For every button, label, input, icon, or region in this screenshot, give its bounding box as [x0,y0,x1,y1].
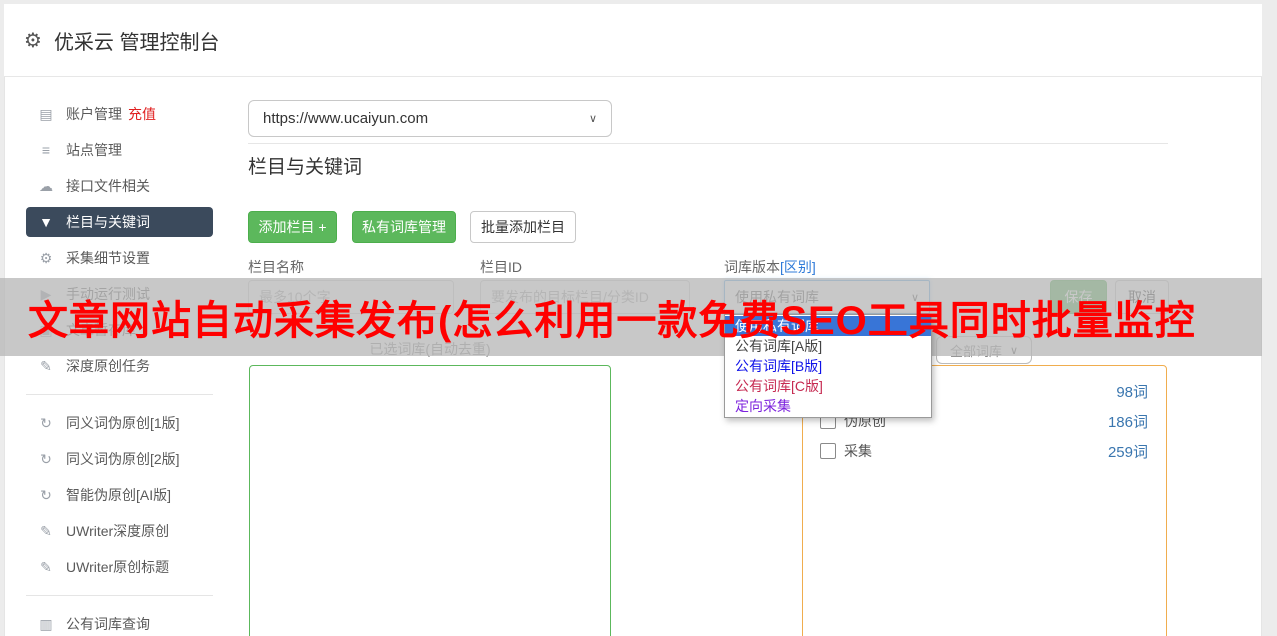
sidebar-item-synonym-2[interactable]: ↻ 同义词伪原创[2版] [26,444,213,474]
section-divider [248,143,1168,144]
refresh-icon: ↻ [38,487,54,504]
filter-icon: ▼ [38,214,54,230]
server-icon: ≡ [38,142,54,158]
word-count: 259词 [1108,441,1148,462]
cloud-upload-icon: ☁ [38,178,54,195]
sidebar-item-label: 采集细节设置 [66,248,150,268]
sidebar-item-uwriter-deep[interactable]: ✎ UWriter深度原创 [26,516,213,546]
sidebar-item-collect-settings[interactable]: ⚙ 采集细节设置 [26,243,213,273]
sidebar-divider [26,595,213,596]
sidebar-divider [26,394,213,395]
selected-wordlib-box [249,365,611,636]
chevron-down-icon: ∨ [589,112,597,125]
wordlib-version-label-text: 词库版本 [724,259,780,275]
gear-icon: ⚙ [24,28,42,53]
wordlib-row-label: 采集 [844,441,872,461]
version-diff-link[interactable]: [区别] [780,259,816,275]
sidebar-item-label: UWriter深度原创 [66,521,169,541]
sidebar-item-label: 同义词伪原创[2版] [66,449,180,469]
page-title: 栏目与关键词 [248,152,362,179]
refresh-icon: ↻ [38,451,54,468]
add-column-button[interactable]: 添加栏目 + [248,211,337,243]
sidebar-item-label: 同义词伪原创[1版] [66,413,180,433]
sidebar-item-label: UWriter原创标题 [66,557,169,577]
sidebar-item-label: 深度原创任务 [66,356,150,376]
word-count: 98词 [1116,381,1148,402]
sidebar-item-label: 公有词库查询 [66,614,150,634]
book-icon: ▥ [38,616,54,633]
site-url-value: https://www.ucaiyun.com [263,110,428,127]
sidebar-item-label: 接口文件相关 [66,176,150,196]
word-count: 186词 [1108,411,1148,432]
manage-private-wordlib-button[interactable]: 私有词库管理 [352,211,456,243]
app-window: ⚙ 优采云 管理控制台 ▤ 账户管理 充值 ≡ 站点管理 ☁ 接口文件相关 ▼ … [0,0,1277,636]
checkbox[interactable] [820,443,836,459]
sidebar-item-label: 站点管理 [66,140,122,160]
app-title: 优采云 管理控制台 [54,26,220,55]
edit-icon: ✎ [38,358,54,375]
column-name-label: 栏目名称 [248,257,304,277]
wordlib-version-label: 词库版本[区别] [724,257,816,277]
sidebar-item-label: 栏目与关键词 [66,212,150,232]
sidebar-item-label: 智能伪原创[AI版] [66,485,171,505]
gears-icon: ⚙ [38,250,54,267]
sidebar-item-ai-rewrite[interactable]: ↻ 智能伪原创[AI版] [26,480,213,510]
refresh-icon: ↻ [38,415,54,432]
watermark-text: 文章网站自动采集发布(怎么利用一款免费SEO工具同时批量监控 [0,278,1262,356]
dropdown-option-directed[interactable]: 定向采集 [725,396,931,416]
header-bar: ⚙ 优采云 管理控制台 [4,4,1262,77]
sidebar-item-sites[interactable]: ≡ 站点管理 [26,135,213,165]
recharge-link[interactable]: 充值 [128,104,156,124]
wordlib-row: 采集 259词 [820,442,1148,460]
edit-icon: ✎ [38,523,54,540]
sidebar-item-synonym-1[interactable]: ↻ 同义词伪原创[1版] [26,408,213,438]
sidebar-item-label: 账户管理 [66,104,122,124]
batch-add-column-button[interactable]: 批量添加栏目 [470,211,576,243]
site-url-select[interactable]: https://www.ucaiyun.com ∨ [248,100,612,137]
scrollbar-gutter[interactable] [1263,0,1277,636]
column-id-label: 栏目ID [480,257,522,277]
dropdown-option-public-c[interactable]: 公有词库[C版] [725,376,931,396]
sidebar-item-interface-files[interactable]: ☁ 接口文件相关 [26,171,213,201]
sidebar-item-account[interactable]: ▤ 账户管理 充值 [26,99,213,129]
dropdown-option-public-b[interactable]: 公有词库[B版] [725,356,931,376]
sidebar-item-columns-keywords[interactable]: ▼ 栏目与关键词 [26,207,213,237]
edit-icon: ✎ [38,559,54,576]
bar-chart-icon: ▤ [38,106,54,123]
sidebar-item-uwriter-title[interactable]: ✎ UWriter原创标题 [26,552,213,582]
sidebar-item-public-wordlib[interactable]: ▥ 公有词库查询 [26,609,213,636]
